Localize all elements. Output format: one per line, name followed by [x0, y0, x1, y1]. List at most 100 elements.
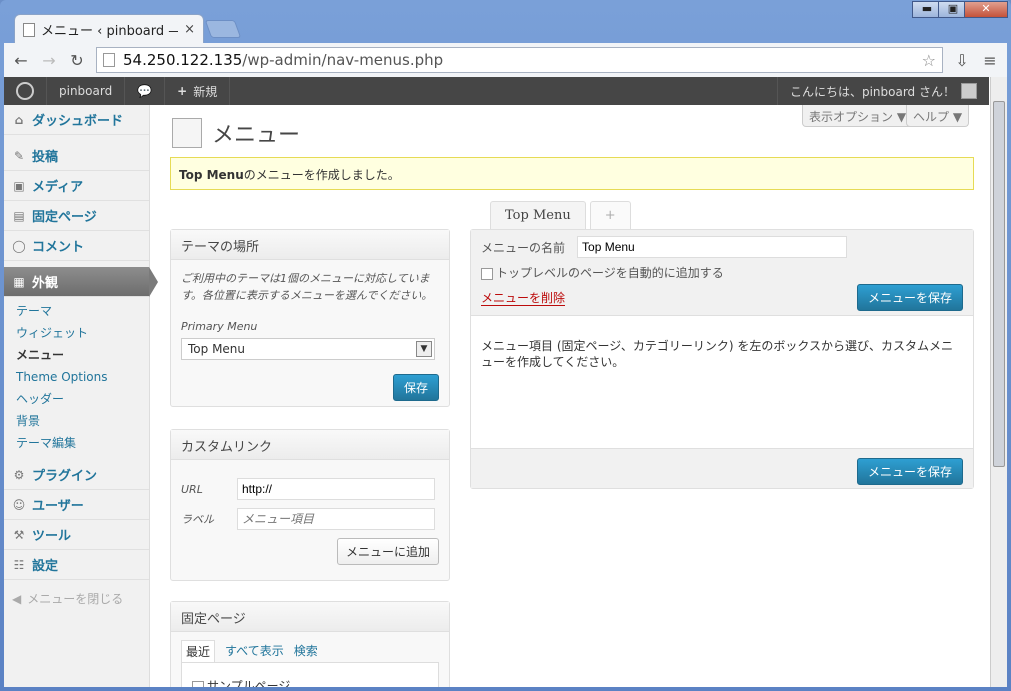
sidebar-item-comments[interactable]: ◯ コメント: [4, 231, 149, 261]
screen-options-button[interactable]: 表示オプション ▼: [802, 105, 914, 127]
save-menu-button-top[interactable]: メニューを保存: [856, 284, 963, 311]
new-tab-button[interactable]: [204, 20, 242, 38]
help-button[interactable]: ヘルプ ▼: [906, 105, 970, 127]
save-locations-button[interactable]: 保存: [392, 374, 439, 401]
tab-recent[interactable]: 最近: [181, 640, 216, 662]
sidebar-label: コメント: [32, 240, 85, 255]
scrollbar-thumb[interactable]: [993, 101, 1005, 467]
browser-tab[interactable]: メニュー ‹ pinboard — W ×: [14, 14, 204, 44]
sidebar-item-media[interactable]: ▣ メディア: [4, 171, 149, 201]
forward-icon[interactable]: →: [40, 51, 58, 70]
tab-top-menu[interactable]: Top Menu: [490, 201, 586, 229]
pages-list: サンプルページ: [181, 662, 439, 687]
menu-header: メニューの名前 トップレベルのページを自動的に追加する メニューを削除 メニュー…: [471, 230, 973, 316]
main-content: 表示オプション ▼ ヘルプ ▼ メニュー Top Menuのメニューを作成しまし…: [170, 105, 976, 687]
media-icon: ▣: [13, 178, 25, 193]
address-bar[interactable]: 54.250.122.135/wp-admin/nav-menus.php ☆: [96, 47, 943, 73]
tab-search[interactable]: 検索: [294, 640, 318, 662]
extension-icon[interactable]: ⇩: [953, 51, 971, 70]
update-notice: Top Menuのメニューを作成しました。: [170, 157, 974, 190]
avatar: [961, 83, 977, 99]
comments-icon[interactable]: 💬: [125, 77, 166, 105]
reload-icon[interactable]: ↻: [68, 51, 86, 70]
tab-close-icon[interactable]: ×: [184, 22, 195, 37]
collapse-menu-button[interactable]: ◀ メニューを閉じる: [4, 580, 149, 617]
tools-icon: ⚒: [13, 527, 25, 542]
link-text-field[interactable]: [237, 508, 435, 530]
menu-tabs: Top Menu +: [490, 201, 631, 229]
new-content-link[interactable]: + 新規: [165, 77, 231, 105]
appearance-submenu: テーマ ウィジェット メニュー Theme Options ヘッダー 背景 テー…: [4, 297, 149, 460]
account-menu[interactable]: こんにちは、pinboard さん！: [776, 77, 989, 105]
menu-name-field[interactable]: [577, 236, 848, 258]
sidebar-item-settings[interactable]: ☷ 設定: [4, 550, 149, 580]
page-icon: [103, 53, 115, 67]
bookmark-star-icon[interactable]: ☆: [922, 51, 936, 70]
url-path: /wp-admin/nav-menus.php: [242, 51, 444, 69]
plugin-icon: ⚙: [13, 467, 25, 482]
scrollbar[interactable]: [990, 77, 1007, 687]
browser-window: メニュー ‹ pinboard — W × ▬ ▣ ✕ ← → ↻ 54.250…: [0, 0, 1011, 691]
pages-icon: ▤: [13, 208, 25, 223]
pin-icon: ✎: [13, 148, 25, 163]
pages-box: 固定ページ 最近 すべて表示 検索 サンプルページ: [170, 601, 450, 687]
auto-add-label: トップレベルのページを自動的に追加する: [496, 266, 724, 280]
select-value: Top Menu: [188, 342, 246, 356]
dashboard-icon: ⌂: [14, 112, 24, 127]
sidebar-item-users[interactable]: ☺ ユーザー: [4, 490, 149, 520]
users-icon: ☺: [12, 497, 26, 512]
sidebar-item-plugins[interactable]: ⚙ プラグイン: [4, 460, 149, 490]
sidebar-label: 外観: [32, 276, 59, 291]
link-text-label: ラベル: [181, 513, 214, 526]
tab-view-all[interactable]: すべて表示: [225, 640, 284, 662]
notice-text: のメニューを作成しました。: [243, 168, 400, 182]
sidebar-item-pages[interactable]: ▤ 固定ページ: [4, 201, 149, 231]
auto-add-checkbox[interactable]: [481, 267, 493, 280]
page-checkbox[interactable]: [192, 680, 204, 687]
submenu-item-themes[interactable]: テーマ: [16, 300, 149, 322]
add-to-menu-button[interactable]: メニューに追加: [336, 538, 439, 565]
sidebar-label: 設定: [32, 559, 59, 574]
submenu-item-widgets[interactable]: ウィジェット: [16, 322, 149, 344]
save-menu-button-bottom[interactable]: メニューを保存: [856, 458, 963, 485]
wordpress-logo-icon[interactable]: [4, 77, 47, 105]
site-name-link[interactable]: pinboard: [47, 77, 126, 105]
greeting-text: こんにちは、pinboard さん！: [789, 84, 955, 99]
submenu-item-background[interactable]: 背景: [16, 410, 149, 432]
primary-menu-select[interactable]: Top Menu ▼: [181, 338, 435, 360]
back-icon[interactable]: ←: [12, 51, 30, 70]
new-label: 新規: [193, 84, 218, 99]
close-window-button[interactable]: ✕: [964, 1, 1008, 18]
collapse-arrow-icon: ◀: [12, 591, 22, 606]
delete-menu-link[interactable]: メニューを削除: [481, 291, 566, 306]
sidebar-item-dashboard[interactable]: ⌂ ダッシュボード: [4, 105, 149, 135]
primary-menu-label: Primary Menu: [181, 320, 258, 333]
box-title: テーマの場所: [171, 230, 449, 260]
browser-toolbar: ← → ↻ 54.250.122.135/wp-admin/nav-menus.…: [4, 43, 1007, 77]
sidebar-label: 固定ページ: [32, 210, 97, 225]
sidebar-item-posts[interactable]: ✎ 投稿: [4, 141, 149, 171]
add-menu-tab[interactable]: +: [589, 201, 631, 229]
menu-footer: メニューを保存: [471, 448, 973, 488]
sidebar-item-appearance[interactable]: ▦ 外観: [4, 267, 158, 297]
notice-menu-name: Top Menu: [179, 168, 244, 182]
dropdown-arrow-icon: ▼: [416, 341, 432, 357]
admin-bar: pinboard 💬 + 新規 こんにちは、pinboard さん！: [4, 77, 989, 105]
sidebar-item-tools[interactable]: ⚒ ツール: [4, 520, 149, 550]
url-field[interactable]: [237, 478, 435, 500]
comment-icon: ◯: [12, 238, 26, 253]
menu-name-label: メニューの名前: [481, 240, 566, 255]
page-header: メニュー: [172, 117, 300, 149]
submenu-item-header[interactable]: ヘッダー: [16, 388, 149, 410]
url-host: 54.250.122.135: [123, 51, 243, 69]
menu-icon[interactable]: ≡: [981, 51, 999, 70]
theme-locations-box: テーマの場所 ご利用中のテーマは1個のメニューに対応しています。各位置に表示する…: [170, 229, 450, 407]
plus-icon: +: [177, 84, 188, 98]
submenu-item-menus[interactable]: メニュー: [16, 344, 149, 366]
submenu-item-theme-options[interactable]: Theme Options: [16, 366, 149, 388]
settings-icon: ☷: [13, 557, 25, 572]
custom-links-box: カスタムリンク URL ラベル メニューに追加: [170, 429, 450, 581]
submenu-item-theme-editor[interactable]: テーマ編集: [16, 432, 149, 454]
sidebar-label: メディア: [32, 180, 84, 195]
menu-instructions: メニュー項目 (固定ページ、カテゴリーリンク) を左のボックスから選び、カスタム…: [481, 339, 954, 369]
